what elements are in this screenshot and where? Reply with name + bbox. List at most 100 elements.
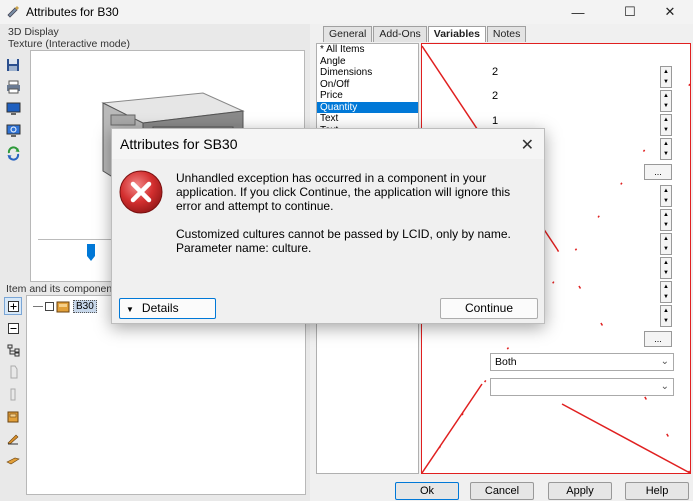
window-close-button[interactable]: ✕ xyxy=(647,0,693,24)
empty-dropdown[interactable]: ⌄ xyxy=(490,378,674,396)
spinner-2[interactable]: ▲ ▼ xyxy=(660,90,672,112)
tree-connector xyxy=(33,306,43,307)
arrow-up-icon: ▲ xyxy=(663,141,669,147)
help-button[interactable]: Help xyxy=(625,482,689,500)
collapse-icon[interactable] xyxy=(4,319,22,337)
category-text[interactable]: Text xyxy=(317,113,418,125)
window-title: Attributes for B30 xyxy=(26,5,119,19)
spinner-9[interactable]: ▲ ▼ xyxy=(660,281,672,303)
chevron-down-icon: ⌄ xyxy=(660,381,669,392)
category-all-items[interactable]: * All Items xyxy=(317,44,418,56)
attribute-tabs: General Add-Ons Variables Notes xyxy=(323,26,527,42)
arrow-up-icon: ▲ xyxy=(663,212,669,218)
value-row-3: 1 xyxy=(492,115,499,127)
save-icon[interactable] xyxy=(4,56,22,74)
apply-button[interactable]: Apply xyxy=(548,482,612,500)
minimize-icon: — xyxy=(571,4,585,20)
spinner-10[interactable]: ▲ ▼ xyxy=(660,305,672,327)
arrow-down-icon: ▼ xyxy=(663,294,669,300)
dialog-titlebar: Attributes for SB30 ✕ xyxy=(112,129,544,159)
flat-part-icon[interactable] xyxy=(4,451,22,469)
details-label: Details xyxy=(141,301,179,315)
spinner-3[interactable]: ▲ ▼ xyxy=(660,114,672,136)
cancel-button[interactable]: Cancel xyxy=(470,482,534,500)
app-icon xyxy=(7,6,19,18)
category-price[interactable]: Price xyxy=(317,90,418,102)
tab-notes[interactable]: Notes xyxy=(486,26,527,42)
minimize-button[interactable]: — xyxy=(555,0,601,24)
arrow-down-icon: ▼ xyxy=(663,222,669,228)
value-row-2: 2 xyxy=(492,90,499,102)
spinner-8[interactable]: ▲ ▼ xyxy=(660,257,672,279)
tree-item-label[interactable]: B30 xyxy=(73,300,97,313)
dialog-title: Attributes for SB30 xyxy=(120,136,238,152)
tab-general[interactable]: General xyxy=(323,26,373,42)
spinner-5[interactable]: ▲ ▼ xyxy=(660,185,672,207)
ok-button[interactable]: Ok xyxy=(395,482,459,500)
arrow-down-icon: ▼ xyxy=(663,270,669,276)
category-on-off[interactable]: On/Off xyxy=(317,79,418,91)
hierarchy-icon[interactable] xyxy=(4,341,22,359)
continue-button[interactable]: Continue xyxy=(440,298,538,319)
spinner-7[interactable]: ▲ ▼ xyxy=(660,233,672,255)
display-label: 3D Display xyxy=(8,26,59,38)
arrow-down-icon: ▼ xyxy=(663,151,669,157)
value-row-1: 2 xyxy=(492,66,499,78)
both-dropdown[interactable]: Both ⌄ xyxy=(490,353,674,371)
tree-label: Item and its components xyxy=(6,283,121,295)
details-button[interactable]: ▼ Details xyxy=(119,298,216,319)
spinner-1[interactable]: ▲ ▼ xyxy=(660,66,672,88)
message-culture: Customized cultures cannot be passed by … xyxy=(176,227,511,241)
slider-thumb[interactable] xyxy=(86,244,96,262)
chevron-down-icon: ⌄ xyxy=(660,356,669,367)
dialog-message: Unhandled exception has occurred in a co… xyxy=(176,171,536,255)
caret-down-icon: ▼ xyxy=(126,305,134,314)
cabinet-icon[interactable] xyxy=(4,407,22,425)
category-dimensions[interactable]: Dimensions xyxy=(317,67,418,79)
tab-add-ons[interactable]: Add-Ons xyxy=(373,26,427,42)
error-dialog: Attributes for SB30 ✕ Unhandled exceptio… xyxy=(111,128,545,324)
message-parameter: Parameter name: culture. xyxy=(176,241,312,255)
spinner-4[interactable]: ▲ ▼ xyxy=(660,138,672,160)
arrow-down-icon: ▼ xyxy=(663,318,669,324)
close-icon: ✕ xyxy=(664,4,676,19)
message-exception: Unhandled exception has occurred in a co… xyxy=(176,171,511,213)
arrow-up-icon: ▲ xyxy=(663,236,669,242)
paste-icon[interactable] xyxy=(4,385,22,403)
dialog-close-button[interactable]: ✕ xyxy=(521,135,534,155)
component-tree[interactable]: B30 xyxy=(26,295,306,495)
arrow-up-icon: ▲ xyxy=(663,188,669,194)
ellipsis-button-1[interactable]: ... xyxy=(644,164,672,180)
rotate-icon[interactable] xyxy=(4,144,22,162)
maximize-icon: ☐ xyxy=(624,4,636,19)
tree-checkbox[interactable] xyxy=(45,302,54,311)
spinner-6[interactable]: ▲ ▼ xyxy=(660,209,672,231)
tree-toolbar xyxy=(4,297,26,473)
arrow-down-icon: ▼ xyxy=(663,127,669,133)
arrow-down-icon: ▼ xyxy=(663,198,669,204)
close-icon: ✕ xyxy=(520,137,534,154)
ellipsis-button-2[interactable]: ... xyxy=(644,331,672,347)
monitor-icon[interactable] xyxy=(4,100,22,118)
texture-label: Texture (Interactive mode) xyxy=(8,38,130,50)
category-angle[interactable]: Angle xyxy=(317,56,418,68)
arrow-up-icon: ▲ xyxy=(663,69,669,75)
arrow-down-icon: ▼ xyxy=(663,79,669,85)
arrow-down-icon: ▼ xyxy=(663,103,669,109)
dropdown-value: Both xyxy=(495,356,517,368)
print-icon[interactable] xyxy=(4,78,22,96)
arrow-up-icon: ▲ xyxy=(663,117,669,123)
arrow-up-icon: ▲ xyxy=(663,284,669,290)
cabinet-icon xyxy=(56,301,70,312)
tree-node-b30[interactable]: B30 xyxy=(33,300,97,313)
arrow-down-icon: ▼ xyxy=(663,246,669,252)
pencil-icon[interactable] xyxy=(4,429,22,447)
arrow-up-icon: ▲ xyxy=(663,260,669,266)
arrow-up-icon: ▲ xyxy=(663,93,669,99)
arrow-up-icon: ▲ xyxy=(663,308,669,314)
copy-icon[interactable] xyxy=(4,363,22,381)
tab-variables[interactable]: Variables xyxy=(427,26,486,42)
expand-icon[interactable] xyxy=(4,297,22,315)
monitor-refresh-icon[interactable] xyxy=(4,122,22,140)
category-quantity[interactable]: Quantity xyxy=(317,101,418,113)
